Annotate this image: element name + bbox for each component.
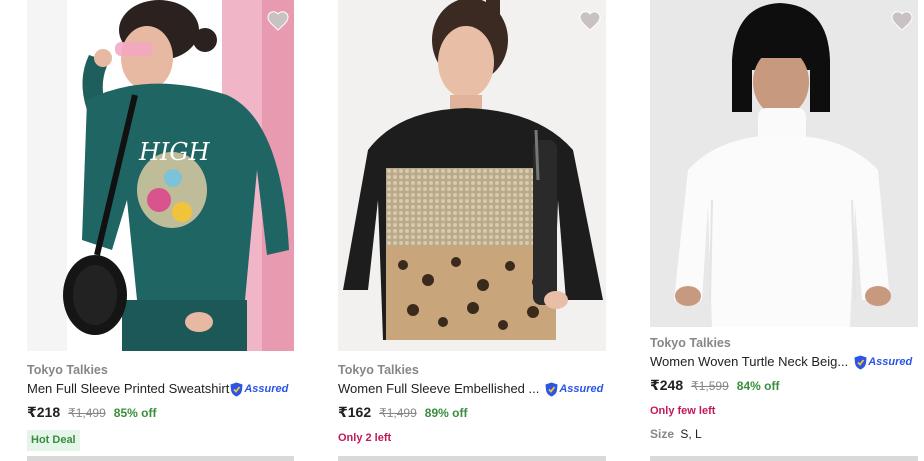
assured-label: Assured — [868, 356, 913, 368]
product-title-link[interactable]: Women Woven Turtle Neck Beig... — [650, 353, 848, 371]
stock-status: Only few left — [650, 405, 716, 417]
discount-percent: 89% off — [424, 406, 468, 420]
product-brand: Tokyo Talkies — [27, 363, 108, 377]
product-card[interactable]: Tokyo Talkies Women Woven Turtle Neck Be… — [650, 0, 918, 442]
product-card[interactable]: HIGH Tokyo Talkies Men Full Sleeve Print… — [27, 0, 294, 451]
product-title-link[interactable]: Women Full Sleeve Embellished ... — [338, 380, 539, 398]
available-sizes: Size S, L — [650, 427, 918, 442]
size-values: S, L — [680, 427, 702, 441]
svg-text:HIGH: HIGH — [138, 138, 211, 166]
shield-icon — [230, 382, 243, 396]
next-product-image[interactable] — [650, 456, 918, 461]
wishlist-heart-icon[interactable] — [578, 9, 602, 33]
stock-status: Only 2 left — [338, 432, 392, 444]
next-product-image[interactable] — [27, 456, 294, 461]
selling-price: ₹162 — [338, 404, 372, 420]
size-label: Size — [650, 427, 675, 441]
original-price: ₹1,599 — [691, 379, 729, 393]
product-image[interactable]: HIGH — [27, 0, 294, 351]
product-title-link[interactable]: Men Full Sleeve Printed Sweatshirt — [27, 380, 229, 398]
assured-badge: Assured — [545, 381, 603, 397]
next-product-image[interactable] — [338, 456, 606, 461]
discount-percent: 84% off — [736, 379, 780, 393]
assured-label: Assured — [244, 383, 289, 395]
product-brand: Tokyo Talkies — [650, 336, 731, 350]
product-brand: Tokyo Talkies — [338, 363, 419, 377]
product-image[interactable] — [338, 0, 606, 351]
shield-icon — [545, 382, 558, 396]
shield-icon — [854, 355, 867, 369]
wishlist-heart-icon[interactable] — [890, 9, 914, 33]
product-image[interactable] — [650, 0, 918, 327]
selling-price: ₹248 — [650, 377, 684, 393]
product-card[interactable]: Tokyo Talkies Women Full Sleeve Embellis… — [338, 0, 606, 445]
selling-price: ₹218 — [27, 404, 61, 420]
original-price: ₹1,499 — [68, 406, 106, 420]
discount-percent: 85% off — [113, 406, 157, 420]
assured-badge: Assured — [230, 381, 288, 397]
wishlist-heart-icon[interactable] — [266, 9, 290, 33]
hot-deal-badge: Hot Deal — [27, 430, 80, 451]
assured-badge: Assured — [854, 354, 912, 370]
original-price: ₹1,499 — [379, 406, 417, 420]
assured-label: Assured — [559, 383, 604, 395]
